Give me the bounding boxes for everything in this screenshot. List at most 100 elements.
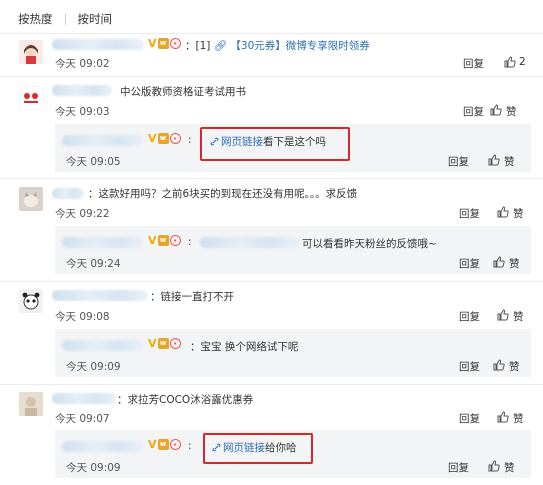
vip-v-icon: V (148, 37, 157, 50)
thumbs-up-icon[interactable] (504, 56, 516, 68)
username-blurred[interactable] (52, 290, 148, 301)
thumbs-up-icon[interactable] (488, 460, 500, 472)
timestamp: 今天 09:22 (55, 208, 110, 220)
colon: : (188, 440, 192, 452)
coupon-link[interactable]: 【30元券】 (230, 40, 285, 52)
comment-text: ：[1] 🔗︎ 【30元券】微博专享限时领券 (185, 40, 370, 52)
weibo-member-icon: w (157, 338, 169, 349)
username-blurred[interactable] (62, 340, 144, 351)
username-blurred[interactable] (52, 85, 112, 96)
coupon-link-extra[interactable]: 微博专享限时领券 (286, 40, 370, 52)
divider (0, 384, 543, 385)
vip-v-icon: V (148, 132, 157, 145)
like-button[interactable]: 赞 (506, 104, 517, 119)
vip-v-icon: V (148, 438, 157, 451)
avatar[interactable] (19, 40, 43, 64)
reply-button[interactable]: 回复 (459, 359, 480, 374)
user-badges: V w • (148, 338, 181, 349)
user-badges: V w • (148, 38, 181, 49)
pig-emoji-icon: • (169, 235, 181, 246)
weibo-member-icon: w (157, 439, 169, 450)
username-blurred[interactable] (52, 188, 84, 199)
pig-emoji-icon: • (169, 38, 181, 49)
divider (0, 178, 543, 179)
reply-button[interactable]: 回复 (459, 309, 480, 324)
like-count: 2 (519, 56, 526, 68)
avatar-photo-icon (19, 392, 43, 416)
avatar-panda-icon (19, 289, 43, 313)
timestamp: 今天 09:09 (66, 462, 121, 474)
timestamp: 今天 09:09 (66, 361, 121, 373)
comment-text: ：求拉芳COCO沐浴露优惠券 (117, 394, 254, 406)
reply-button[interactable]: 回复 (448, 154, 469, 169)
timestamp: 今天 09:03 (55, 106, 110, 118)
sort-tabs: 按热度 按时间 (18, 10, 112, 28)
reply-button[interactable]: 回复 (448, 460, 469, 475)
thumbs-up-icon[interactable] (493, 256, 505, 268)
highlight-box (203, 433, 313, 464)
avatar-girl-icon (19, 40, 43, 64)
highlight-box (200, 127, 350, 161)
like-button[interactable]: 赞 (504, 154, 515, 169)
tab-divider (64, 13, 66, 25)
timestamp: 今天 09:02 (55, 58, 110, 70)
timestamp: 今天 09:05 (66, 156, 121, 168)
vip-v-icon: V (148, 337, 157, 350)
avatar[interactable] (19, 187, 43, 211)
pig-emoji-icon: • (169, 133, 181, 144)
link-clip-icon: 🔗︎ (213, 40, 228, 52)
timestamp: 今天 09:24 (66, 258, 121, 270)
weibo-member-icon: w (157, 235, 169, 246)
comment-text: ：链接一直打不开 (150, 291, 234, 303)
avatar[interactable] (19, 86, 43, 110)
divider (0, 281, 543, 282)
like-button[interactable]: 赞 (513, 411, 524, 426)
avatar-cat-icon (19, 187, 43, 211)
divider (0, 33, 543, 34)
avatar[interactable] (19, 289, 43, 313)
comment-text: ：这款好用吗？之前6块买的到现在还没有用呢。。。求反馈 (88, 188, 358, 200)
reply-button[interactable]: 回复 (459, 206, 480, 221)
user-badges: V w • (148, 439, 181, 450)
divider (0, 76, 543, 77)
reply-button[interactable]: 回复 (459, 256, 480, 271)
thumbs-up-icon[interactable] (488, 154, 500, 166)
tab-hot[interactable]: 按热度 (18, 11, 53, 27)
username-blurred[interactable] (62, 237, 144, 248)
reply-button[interactable]: 回复 (459, 411, 480, 426)
weibo-member-icon: w (157, 38, 169, 49)
username-blurred[interactable] (62, 135, 144, 146)
reply-button[interactable]: 回复 (463, 104, 484, 119)
thumbs-up-icon[interactable] (490, 104, 502, 116)
user-badges: V w • (148, 235, 181, 246)
like-button[interactable]: 赞 (509, 359, 520, 374)
weibo-member-icon: w (157, 133, 169, 144)
reply-button[interactable]: 回复 (463, 56, 484, 71)
username-blurred[interactable] (52, 393, 116, 404)
colon: : (188, 134, 192, 146)
thumbs-up-icon[interactable] (497, 309, 509, 321)
user-badges: V w • (148, 133, 181, 144)
colon: : (188, 236, 192, 248)
thumbs-up-icon[interactable] (497, 411, 509, 423)
pig-emoji-icon: • (169, 338, 181, 349)
reply-text: 可以看看昨天粉丝的反馈哦~ (302, 238, 437, 250)
like-button[interactable]: 赞 (509, 256, 520, 271)
tab-time[interactable]: 按时间 (78, 11, 113, 27)
pig-emoji-icon: • (169, 439, 181, 450)
thumbs-up-icon[interactable] (497, 206, 509, 218)
vip-v-icon: V (148, 234, 157, 247)
username-blurred[interactable] (52, 39, 144, 50)
timestamp: 今天 09:07 (55, 413, 110, 425)
thumbs-up-icon[interactable] (493, 359, 505, 371)
like-button[interactable]: 赞 (513, 206, 524, 221)
username-blurred[interactable] (62, 441, 144, 452)
reply-text: ：宝宝 换个网络试下呢 (190, 341, 299, 353)
avatar-brand-icon (19, 86, 43, 110)
comment-text: 中公版教师资格证考试用书 (120, 86, 246, 98)
avatar[interactable] (19, 392, 43, 416)
mention-blurred[interactable] (200, 237, 300, 248)
timestamp: 今天 09:08 (55, 311, 110, 323)
like-button[interactable]: 赞 (504, 460, 515, 475)
like-button[interactable]: 赞 (513, 309, 524, 324)
